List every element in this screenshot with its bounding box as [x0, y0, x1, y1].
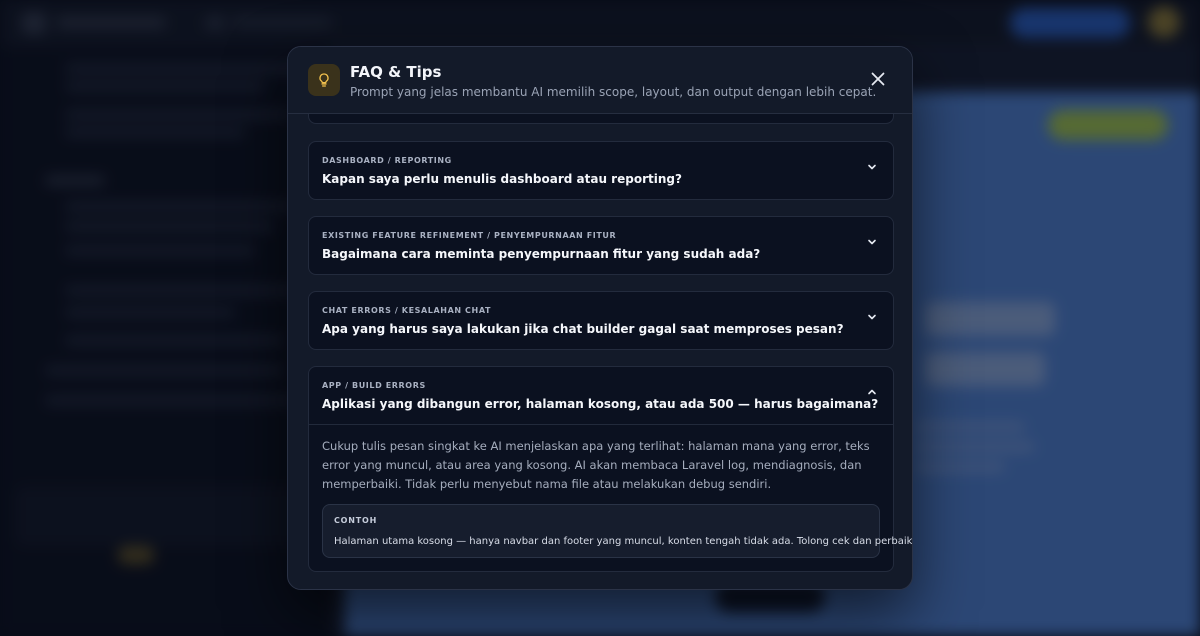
faq-question: Bagaimana cara meminta penyempurnaan fit… [322, 247, 761, 261]
faq-item-header[interactable]: CHAT ERRORS / KESALAHAN CHAT Apa yang ha… [309, 292, 893, 349]
faq-item[interactable]: CHAT ERRORS / KESALAHAN CHAT Apa yang ha… [308, 291, 894, 350]
faq-item-header[interactable]: APP / BUILD ERRORS Aplikasi yang dibangu… [309, 367, 893, 424]
faq-item[interactable]: EXISTING FEATURE REFINEMENT / PENYEMPURN… [308, 216, 894, 275]
faq-item[interactable]: DASHBOARD / REPORTING Kapan saya perlu m… [308, 141, 894, 200]
faq-item-header[interactable]: EXISTING FEATURE REFINEMENT / PENYEMPURN… [309, 217, 893, 274]
faq-question: Apa yang harus saya lakukan jika chat bu… [322, 322, 844, 336]
faq-question: Aplikasi yang dibangun error, halaman ko… [322, 397, 879, 411]
faq-item-partial [308, 114, 894, 124]
faq-question: Kapan saya perlu menulis dashboard atau … [322, 172, 682, 186]
faq-answer-text: Cukup tulis pesan singkat ke AI menjelas… [322, 439, 870, 491]
chevron-up-icon[interactable] [865, 385, 879, 399]
faq-category: APP / BUILD ERRORS [322, 381, 426, 390]
faq-category: DASHBOARD / REPORTING [322, 156, 452, 165]
close-button[interactable] [866, 67, 890, 91]
lightbulb-icon [308, 64, 340, 96]
faq-category: EXISTING FEATURE REFINEMENT / PENYEMPURN… [322, 231, 617, 240]
modal-subtitle: Prompt yang jelas membantu AI memilih sc… [350, 85, 877, 99]
faq-item-header[interactable]: DASHBOARD / REPORTING Kapan saya perlu m… [309, 142, 893, 199]
modal-header: FAQ & Tips Prompt yang jelas membantu AI… [288, 47, 912, 114]
faq-list: DASHBOARD / REPORTING Kapan saya perlu m… [288, 114, 912, 589]
example-label: CONTOH [334, 516, 378, 525]
example-text: Halaman utama kosong — hanya navbar dan … [334, 536, 912, 547]
chevron-down-icon[interactable] [865, 235, 879, 249]
faq-item-expanded[interactable]: APP / BUILD ERRORS Aplikasi yang dibangu… [308, 366, 912, 572]
chevron-down-icon[interactable] [865, 310, 879, 324]
faq-category: CHAT ERRORS / KESALAHAN CHAT [322, 306, 492, 315]
close-icon [871, 72, 885, 86]
faq-answer: Cukup tulis pesan singkat ke AI menjelas… [309, 424, 912, 571]
faq-modal: FAQ & Tips Prompt yang jelas membantu AI… [287, 46, 913, 590]
modal-title: FAQ & Tips [350, 63, 442, 81]
example-box: CONTOH Halaman utama kosong — hanya navb… [322, 504, 912, 558]
chevron-down-icon[interactable] [865, 160, 879, 174]
